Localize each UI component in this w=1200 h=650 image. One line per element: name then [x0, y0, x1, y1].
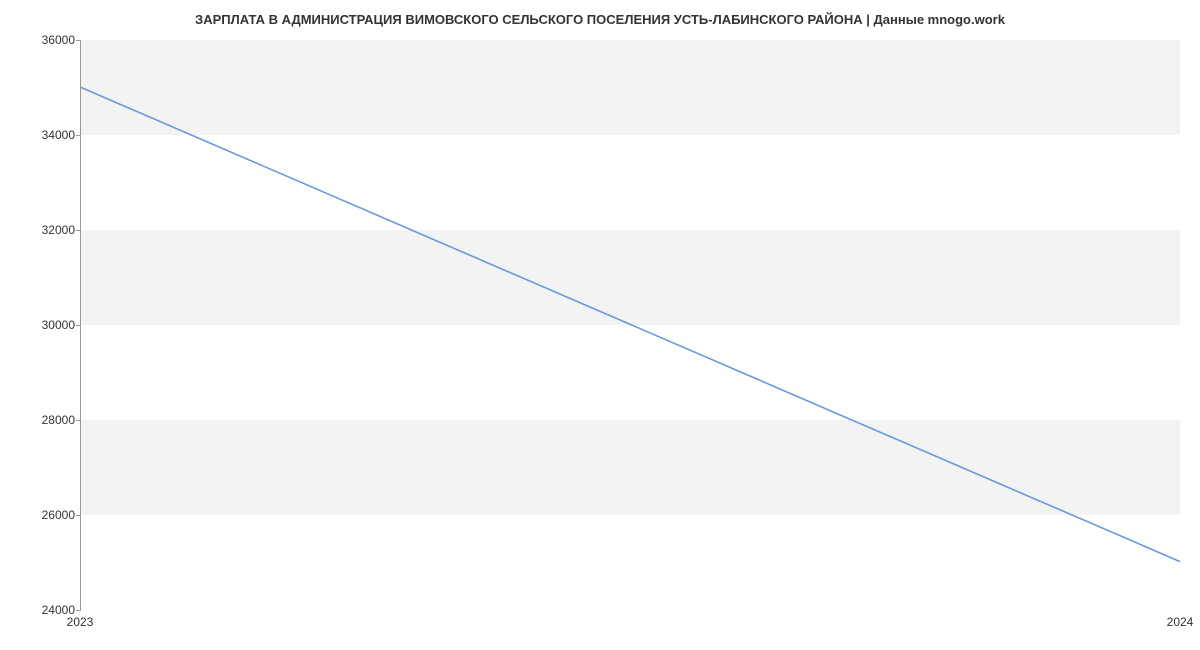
- y-tick-label: 28000: [25, 413, 75, 427]
- x-tick-label: 2024: [1167, 615, 1194, 629]
- y-tick-label: 26000: [25, 508, 75, 522]
- chart-title: ЗАРПЛАТА В АДМИНИСТРАЦИЯ ВИМОВСКОГО СЕЛЬ…: [0, 12, 1200, 27]
- line-series: [81, 40, 1180, 609]
- y-tick-label: 32000: [25, 223, 75, 237]
- y-tick-label: 30000: [25, 318, 75, 332]
- plot-area: [80, 40, 1180, 610]
- y-tick-label: 36000: [25, 33, 75, 47]
- x-tick-label: 2023: [67, 615, 94, 629]
- y-tick-mark: [76, 610, 81, 611]
- y-tick-label: 34000: [25, 128, 75, 142]
